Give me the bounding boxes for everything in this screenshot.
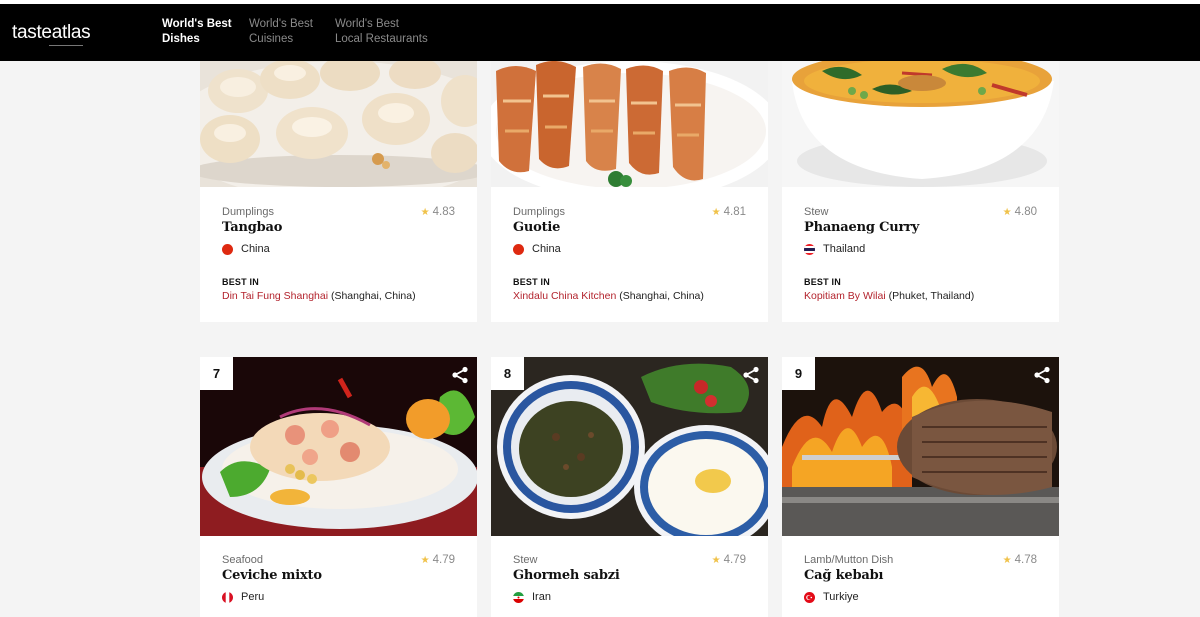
rating-value: 4.79 xyxy=(723,554,746,566)
dish-rating: ★ 4.78 xyxy=(1003,554,1037,566)
best-in-restaurant: Xindalu China Kitchen (Shanghai, China) xyxy=(513,290,746,302)
dish-card[interactable]: 7 Seafood ★ 4.79 Ceviche mixto Peru xyxy=(200,357,477,617)
logo-text-right: atlas xyxy=(51,22,91,43)
share-icon[interactable] xyxy=(451,366,469,384)
dish-info: Seafood ★ 4.79 Ceviche mixto Peru xyxy=(222,554,455,603)
tasteatlas-logo[interactable]: tasteatlas xyxy=(12,22,91,44)
rank-badge: 9 xyxy=(782,357,815,390)
iran-flag-icon xyxy=(513,591,524,603)
nav-worlds-best-cuisines[interactable]: World's Best Cuisines xyxy=(249,17,313,47)
dish-country[interactable]: China xyxy=(222,243,455,255)
dish-country[interactable]: Peru xyxy=(222,591,455,603)
dish-card[interactable]: 8 Stew ★ 4.79 Ghormeh sabzi Iran xyxy=(491,357,768,617)
rating-value: 4.80 xyxy=(1014,206,1037,218)
nav-label-line2: Cuisines xyxy=(249,33,294,45)
best-in-label: BEST IN xyxy=(513,277,550,287)
country-name: Turkiye xyxy=(823,591,859,603)
dish-card[interactable]: Dumplings ★ 4.81 Guotie China BEST IN Xin… xyxy=(491,61,768,322)
dish-name[interactable]: Phanaeng Curry xyxy=(804,220,1037,235)
country-name: China xyxy=(241,243,270,255)
dish-image[interactable] xyxy=(782,357,1059,536)
dish-rating: ★ 4.79 xyxy=(421,554,455,566)
dish-country[interactable]: Turkiye xyxy=(804,591,1037,603)
nav-worlds-best-dishes[interactable]: World's Best Dishes xyxy=(162,17,232,47)
country-name: Peru xyxy=(241,591,265,603)
restaurant-location: (Phuket, Thailand) xyxy=(888,290,975,302)
dish-info: Dumplings ★ 4.83 Tangbao China BEST IN Di… xyxy=(222,206,455,302)
country-name: Iran xyxy=(532,591,551,603)
china-flag-icon xyxy=(513,243,524,255)
dish-name[interactable]: Ghormeh sabzi xyxy=(513,568,746,583)
best-in-restaurant: Kopitiam By Wilai (Phuket, Thailand) xyxy=(804,290,1037,302)
dish-image[interactable] xyxy=(491,357,768,536)
dish-info: Dumplings ★ 4.81 Guotie China BEST IN Xin… xyxy=(513,206,746,302)
dish-info: Stew ★ 4.79 Ghormeh sabzi Iran xyxy=(513,554,746,603)
star-icon: ★ xyxy=(711,555,721,566)
nav-label-line1: World's Best xyxy=(335,18,399,30)
rating-value: 4.83 xyxy=(432,206,455,218)
dish-name[interactable]: Guotie xyxy=(513,220,746,235)
dish-image[interactable] xyxy=(200,357,477,536)
restaurant-link[interactable]: Din Tai Fung Shanghai xyxy=(222,290,328,302)
restaurant-location: (Shanghai, China) xyxy=(330,290,416,302)
share-icon[interactable] xyxy=(1033,366,1051,384)
rating-value: 4.81 xyxy=(723,206,746,218)
rating-value: 4.78 xyxy=(1014,554,1037,566)
star-icon: ★ xyxy=(711,207,721,218)
dish-image[interactable] xyxy=(491,61,768,187)
dish-image[interactable] xyxy=(782,61,1059,187)
best-in-label: BEST IN xyxy=(804,277,841,287)
rating-value: 4.79 xyxy=(432,554,455,566)
dish-rating: ★ 4.79 xyxy=(712,554,746,566)
china-flag-icon xyxy=(222,243,233,255)
dish-card[interactable]: Dumplings ★ 4.83 Tangbao China BEST IN Di… xyxy=(200,61,477,322)
country-name: China xyxy=(532,243,561,255)
dish-country[interactable]: Thailand xyxy=(804,243,1037,255)
restaurant-link[interactable]: Kopitiam By Wilai xyxy=(804,290,886,302)
star-icon: ★ xyxy=(1002,555,1012,566)
share-icon[interactable] xyxy=(742,366,760,384)
nav-label-line1: World's Best xyxy=(249,18,313,30)
site-header: tasteatlas World's Best Dishes World's B… xyxy=(0,4,1200,61)
dish-image[interactable] xyxy=(200,61,477,187)
logo-underline xyxy=(49,45,83,46)
dish-rating: ★ 4.81 xyxy=(712,206,746,218)
best-in-label: BEST IN xyxy=(222,277,259,287)
restaurant-location: (Shanghai, China) xyxy=(619,290,704,302)
nav-label-line2: Local Restaurants xyxy=(335,33,428,45)
peru-flag-icon xyxy=(222,591,233,603)
country-name: Thailand xyxy=(823,243,866,255)
star-icon: ★ xyxy=(1002,207,1012,218)
dish-name[interactable]: Cağ kebabı xyxy=(804,568,1037,583)
dish-info: Lamb/Mutton Dish ★ 4.78 Cağ kebabı Turkiy… xyxy=(804,554,1037,603)
dish-name[interactable]: Tangbao xyxy=(222,220,455,235)
dish-card[interactable]: 9 Lamb/Mutton Dish ★ 4.78 Cağ kebabı Turk… xyxy=(782,357,1059,617)
logo-text-left: taste xyxy=(12,22,52,43)
nav-label-line1: World's Best xyxy=(162,18,232,30)
restaurant-link[interactable]: Xindalu China Kitchen xyxy=(513,290,616,302)
dish-card[interactable]: Stew ★ 4.80 Phanaeng Curry Thailand BEST … xyxy=(782,61,1059,322)
dish-rating: ★ 4.80 xyxy=(1003,206,1037,218)
rank-badge: 7 xyxy=(200,357,233,390)
rank-badge: 8 xyxy=(491,357,524,390)
turkiye-flag-icon xyxy=(804,591,815,603)
dish-country[interactable]: China xyxy=(513,243,746,255)
dish-name[interactable]: Ceviche mixto xyxy=(222,568,455,583)
star-icon: ★ xyxy=(420,207,430,218)
star-icon: ★ xyxy=(420,555,430,566)
best-in-restaurant: Din Tai Fung Shanghai (Shanghai, China) xyxy=(222,290,455,302)
nav-label-line2: Dishes xyxy=(162,33,200,45)
dish-info: Stew ★ 4.80 Phanaeng Curry Thailand BEST … xyxy=(804,206,1037,302)
dish-country[interactable]: Iran xyxy=(513,591,746,603)
dish-rating: ★ 4.83 xyxy=(421,206,455,218)
nav-worlds-best-local-restaurants[interactable]: World's Best Local Restaurants xyxy=(335,17,428,47)
thailand-flag-icon xyxy=(804,243,815,255)
